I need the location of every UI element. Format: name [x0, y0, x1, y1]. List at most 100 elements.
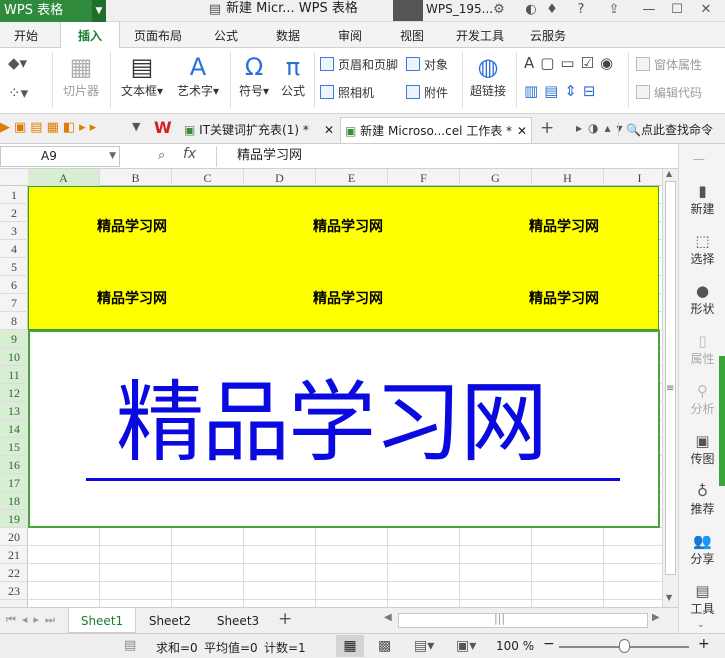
shapes-icon[interactable]: ◆▾ [8, 54, 27, 72]
new-tab-button[interactable]: + [540, 118, 554, 138]
row-header-cell[interactable]: 1 [0, 186, 28, 204]
yellow-merged-range[interactable]: 精品学习网 精品学习网 精品学习网 精品学习网 精品学习网 精品学习网 [28, 186, 659, 330]
formula-button[interactable]: π 公式 [276, 52, 310, 99]
row-header-cell[interactable]: 20 [0, 528, 28, 546]
chart-scatter-icon[interactable]: ⁘▾ [8, 84, 28, 102]
textbox-button[interactable]: ▤ 文本框▾ [116, 52, 168, 99]
vertical-scroll-thumb[interactable] [665, 181, 676, 575]
column-header-cell[interactable]: B [100, 169, 172, 186]
sheet-tab-1[interactable]: Sheet1 [68, 608, 136, 633]
row-header-cell[interactable]: 3 [0, 222, 28, 240]
quick-access-toolbar[interactable]: ▶▣▤▦◧▸▸ [0, 120, 100, 135]
page-break-view-icon[interactable]: ▩ [378, 638, 391, 654]
yellow-label-cell[interactable]: 精品学习网 [529, 216, 599, 236]
hscroll-left-icon[interactable]: ◀ [384, 612, 392, 623]
skin-icon[interactable]: ◐ [522, 1, 540, 19]
sheet-tab-3[interactable]: Sheet3 [206, 608, 270, 633]
minimize-icon[interactable]: — [640, 1, 658, 19]
app-menu-button[interactable]: WPS 表格 ▼ [0, 0, 106, 22]
column-header-cell[interactable]: H [532, 169, 604, 186]
header-footer-button[interactable]: 页眉和页脚 [320, 56, 398, 73]
upload-icon[interactable]: ⇪ [605, 1, 623, 19]
tab-formulas[interactable]: 公式 [214, 22, 238, 48]
row-header-cell[interactable]: 15 [0, 438, 28, 456]
yellow-label-cell[interactable]: 精品学习网 [97, 288, 167, 308]
row-header-cell[interactable]: 22 [0, 564, 28, 582]
yellow-label-cell[interactable]: 精品学习网 [97, 216, 167, 236]
symbol-button[interactable]: Ω 符号▾ [234, 52, 274, 99]
tab-page-layout[interactable]: 页面布局 [134, 22, 182, 48]
camera-button[interactable]: 照相机 [320, 84, 374, 101]
column-header-cell[interactable]: F [388, 169, 460, 186]
vertical-scrollbar[interactable]: ▲ ≡ ▼ [662, 169, 678, 607]
yellow-label-cell[interactable]: 精品学习网 [313, 288, 383, 308]
app-menu-dropdown-icon[interactable]: ▼ [92, 0, 106, 22]
avatar[interactable] [393, 0, 423, 21]
scroll-down-icon[interactable]: ▼ [666, 593, 672, 602]
insert-function-button[interactable]: fx [183, 146, 196, 162]
column-header-cell[interactable]: D [244, 169, 316, 186]
yellow-label-cell[interactable]: 精品学习网 [529, 288, 599, 308]
close-icon[interactable]: ✕ [697, 1, 715, 19]
form-controls-row2[interactable]: ▥▤⇕⊟ [524, 82, 601, 100]
row-header-cell[interactable]: 7 [0, 294, 28, 312]
horizontal-scrollbar[interactable]: ||| [398, 612, 648, 628]
document-tab-2[interactable]: ▣ 新建 Microso...cel 工作表 * ✕ [340, 117, 532, 143]
task-share-button[interactable]: 👥 分享 [679, 532, 725, 567]
task-pane-collapse-icon[interactable]: ⌄ [697, 620, 705, 630]
command-search[interactable]: 🔍点此查找命令 [626, 121, 713, 138]
help-button[interactable]: ? [572, 1, 590, 19]
selected-merged-cell-a9[interactable]: 精品学习网 [28, 330, 660, 528]
column-header-cell[interactable]: I [604, 169, 662, 186]
sheet-nav-arrows[interactable]: ⏮◂▸⏭ [6, 613, 61, 627]
tab-review[interactable]: 审阅 [338, 22, 362, 48]
quick-access-more-icon[interactable]: ▼ [132, 120, 140, 133]
row-header-cell[interactable]: 14 [0, 420, 28, 438]
object-button[interactable]: 对象 [406, 56, 448, 73]
close-tab-2-icon[interactable]: ✕ [517, 118, 527, 144]
cloud-sync-icons[interactable]: ▸◑▴▾ [576, 121, 629, 135]
row-header-cell[interactable]: 16 [0, 456, 28, 474]
close-tab-1-icon[interactable]: ✕ [324, 117, 334, 143]
user-name[interactable]: WPS_195... [426, 0, 493, 18]
row-header-cell[interactable]: 10 [0, 348, 28, 366]
row-header-cell[interactable]: 8 [0, 312, 28, 330]
task-shape-button[interactable]: ● 形状 [679, 282, 725, 317]
row-header-cell[interactable]: 4 [0, 240, 28, 258]
row-header-cell[interactable]: 19 [0, 510, 28, 528]
task-tools-button[interactable]: ▤ 工具 [679, 582, 725, 617]
reading-mode-icon[interactable]: ▣▾ [456, 638, 476, 654]
tab-developer[interactable]: 开发工具 [456, 22, 504, 48]
add-sheet-button[interactable]: + [278, 609, 292, 629]
row-header-cell[interactable]: 17 [0, 474, 28, 492]
column-header-cell[interactable]: A [28, 169, 100, 186]
tab-home[interactable]: 开始 [14, 22, 38, 48]
row-header-cell[interactable]: 18 [0, 492, 28, 510]
formula-input[interactable]: 精品学习网 [216, 146, 678, 167]
shirt-icon[interactable]: ♦ [543, 1, 561, 19]
spreadsheet-grid[interactable]: ABCDEFGHI 1 2 3 4 5 6 7 8 9 10 11 12 13 14 15 16 17 18 19 2… [0, 169, 662, 607]
name-box-dropdown-icon[interactable]: ▼ [109, 147, 116, 166]
task-new-button[interactable]: ▮ 新建 [679, 182, 725, 217]
sheet-tab-2[interactable]: Sheet2 [138, 608, 202, 633]
row-header-cell[interactable]: 5 [0, 258, 28, 276]
zoom-level[interactable]: 100 % [496, 639, 534, 653]
tab-data[interactable]: 数据 [276, 22, 300, 48]
hyperlink-button[interactable]: ◍ 超链接 [466, 52, 510, 99]
hscroll-right-icon[interactable]: ▶ [652, 612, 660, 623]
maximize-icon[interactable]: ☐ [668, 1, 686, 19]
zoom-out-button[interactable]: − [543, 636, 555, 652]
account-icon[interactable]: ⚙ [490, 1, 508, 19]
zoom-slider-knob[interactable] [619, 639, 630, 653]
row-header-cell[interactable]: 13 [0, 402, 28, 420]
column-header-cell[interactable]: G [460, 169, 532, 186]
row-header-cell[interactable]: 9 [0, 330, 28, 348]
row-header-cell[interactable]: 12 [0, 384, 28, 402]
scroll-up-icon[interactable]: ▲ [666, 169, 672, 178]
column-header-cell[interactable]: C [172, 169, 244, 186]
row-header-cell[interactable]: 11 [0, 366, 28, 384]
zoom-in-button[interactable]: + [698, 636, 710, 652]
task-select-button[interactable]: ⬚ 选择 [679, 232, 725, 267]
row-header-cell[interactable]: 23 [0, 582, 28, 600]
zoom-search-icon[interactable]: ⌕ [158, 148, 165, 163]
